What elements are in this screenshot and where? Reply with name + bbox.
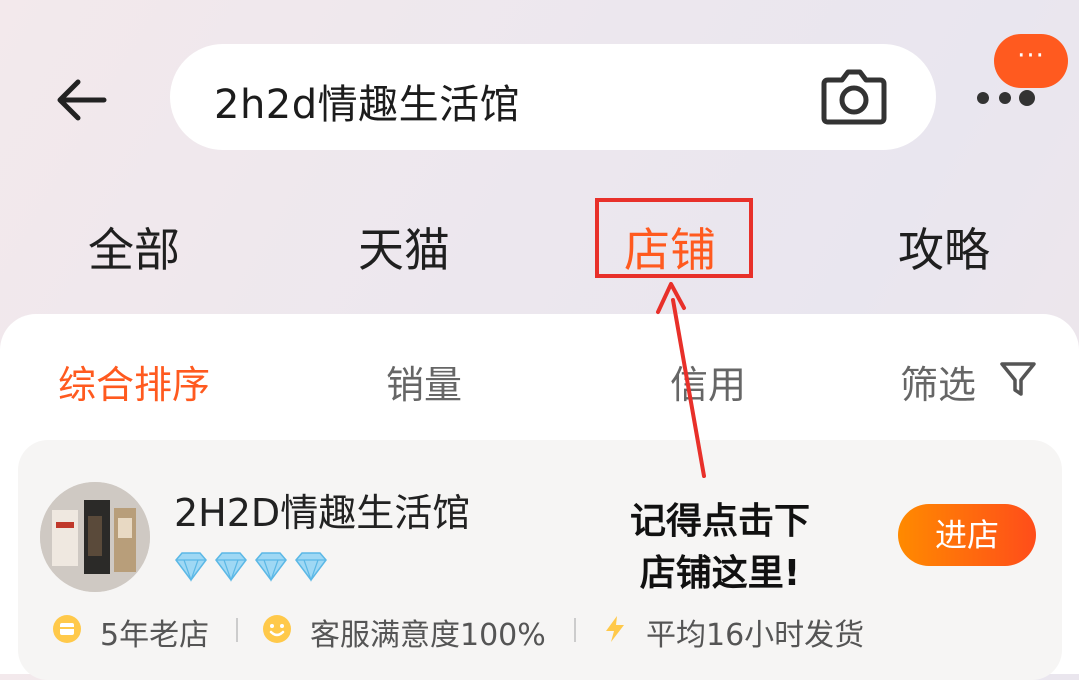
back-arrow-icon[interactable] bbox=[52, 70, 112, 130]
filter-funnel-icon[interactable] bbox=[998, 358, 1038, 398]
top-bar: 2h2d情趣生活馆 ··· bbox=[0, 0, 1079, 190]
search-bar[interactable]: 2h2d情趣生活馆 bbox=[170, 44, 936, 150]
meta-divider bbox=[574, 618, 576, 642]
shop-age-icon bbox=[53, 615, 81, 643]
camera-icon[interactable] bbox=[820, 66, 888, 126]
meta-divider bbox=[236, 618, 238, 642]
diamond-icon bbox=[255, 552, 287, 582]
more-options-icon[interactable] bbox=[975, 86, 1045, 110]
service-satisfaction: 客服满意度100% bbox=[310, 618, 546, 653]
sort-credit[interactable]: 信用 bbox=[670, 354, 746, 409]
diamond-icon bbox=[175, 552, 207, 582]
diamond-icon bbox=[295, 552, 327, 582]
sort-sales[interactable]: 销量 bbox=[386, 354, 462, 409]
search-category-tabs: 全部 天猫 店铺 攻略 bbox=[0, 200, 1079, 290]
shop-name[interactable]: 2H2D情趣生活馆 bbox=[174, 482, 470, 537]
search-input[interactable]: 2h2d情趣生活馆 bbox=[214, 72, 520, 130]
smile-icon bbox=[263, 615, 291, 643]
tab-tmall[interactable]: 天猫 bbox=[358, 214, 450, 280]
enter-shop-button[interactable]: 进店 bbox=[898, 504, 1036, 566]
annotation-line-1: 记得点击下 bbox=[629, 501, 810, 542]
sort-comprehensive[interactable]: 综合排序 bbox=[58, 354, 210, 409]
message-badge[interactable]: ··· bbox=[994, 34, 1068, 88]
shop-rating-diamonds bbox=[175, 552, 327, 582]
shop-avatar-image bbox=[40, 482, 150, 592]
shop-age: 5年老店 bbox=[100, 618, 210, 653]
diamond-icon bbox=[215, 552, 247, 582]
tab-shops-highlight-box bbox=[595, 198, 753, 278]
tab-guides[interactable]: 攻略 bbox=[898, 214, 990, 280]
shop-avatar[interactable] bbox=[40, 482, 150, 592]
annotation-note: 记得点击下 店铺这里! bbox=[600, 496, 840, 600]
shipping-time: 平均16小时发货 bbox=[646, 618, 865, 653]
tab-all[interactable]: 全部 bbox=[88, 214, 180, 280]
lightning-icon bbox=[606, 616, 624, 642]
filter-button[interactable]: 筛选 bbox=[900, 354, 976, 409]
annotation-line-2: 店铺这里! bbox=[639, 553, 801, 594]
